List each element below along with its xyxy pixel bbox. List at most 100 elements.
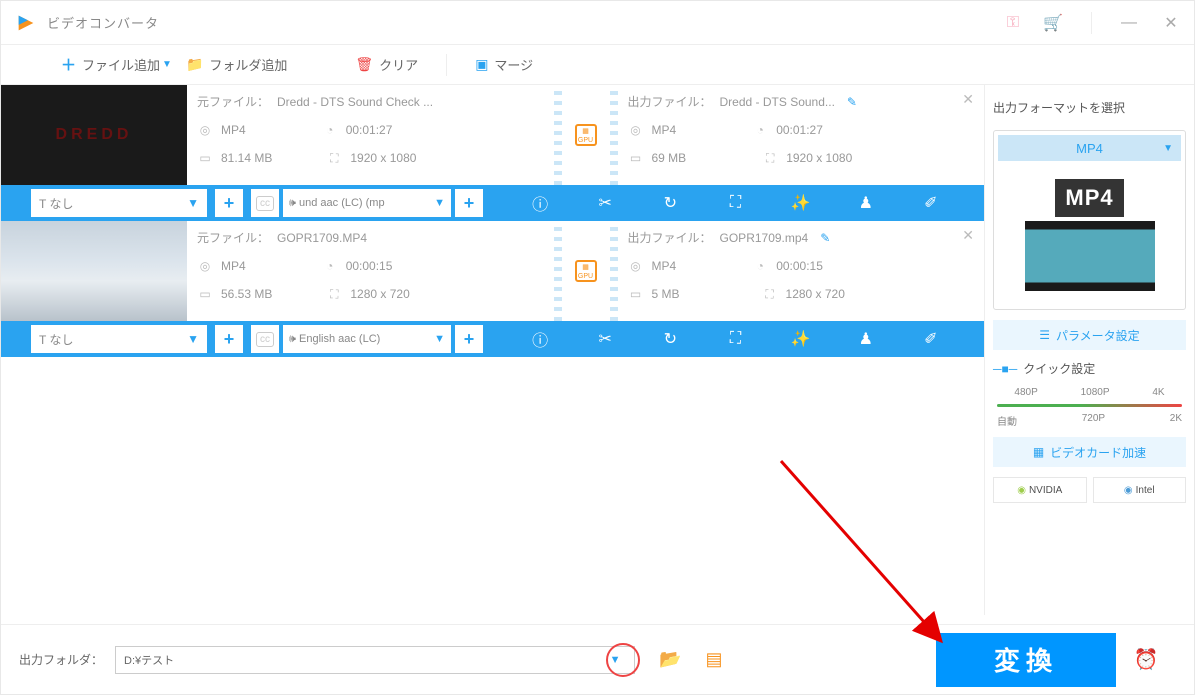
effect-icon[interactable]: ✨ — [789, 193, 813, 213]
merge-icon: ▣ — [475, 56, 488, 73]
file-list: DREDD 元ファイル：Dredd - DTS Sound Check ... … — [1, 85, 984, 615]
gpu-indicator: ▦ — [554, 85, 618, 185]
edit-name-button[interactable]: ✎ — [847, 95, 857, 109]
divider — [1091, 12, 1092, 34]
sliders-icon: ☰ — [1039, 328, 1050, 342]
add-audio-button[interactable]: + — [455, 189, 483, 217]
resolution-icon: ⛶ — [762, 286, 778, 302]
info-icon[interactable]: ⓘ — [528, 191, 552, 215]
watermark-icon[interactable]: ♟ — [854, 193, 878, 213]
output-path-input[interactable]: D:¥テスト ▼ — [115, 646, 635, 674]
edit-name-button[interactable]: ✎ — [820, 231, 830, 245]
gpu-indicator: ▦ — [554, 221, 618, 321]
file-item: DREDD 元ファイル：Dredd - DTS Sound Check ... … — [1, 85, 984, 221]
item-action-row: T なし▼ + cc 🕪 und aac (LC) (mp▼ + ⓘ ✂ ↻ ⛶… — [1, 185, 984, 221]
gpu-icon: ▦ — [575, 124, 597, 146]
cc-button[interactable]: cc — [251, 325, 279, 353]
clock-icon: ◔ — [752, 122, 768, 138]
nvidia-chip: ◉NVIDIA — [993, 477, 1087, 503]
thumbnail[interactable] — [1, 221, 187, 321]
subtitle-select[interactable]: T なし▼ — [31, 189, 207, 217]
folder-icon: ▭ — [197, 150, 213, 166]
rotate-icon[interactable]: ↻ — [658, 193, 682, 213]
app-title: ビデオコンバータ — [47, 13, 159, 32]
output-folder-label: 出力フォルダ： — [19, 651, 103, 668]
separator — [446, 54, 447, 76]
format-card[interactable]: MP4▼ MP4 — [993, 130, 1186, 310]
clock-icon: ◔ — [322, 122, 338, 138]
format-select[interactable]: MP4▼ — [998, 135, 1181, 161]
remove-item-button[interactable]: ✕ — [962, 91, 974, 108]
open-folder-button[interactable]: 📂 — [659, 649, 681, 670]
add-subtitle-button[interactable]: + — [215, 189, 243, 217]
path-dropdown-button[interactable]: ▼ — [604, 649, 626, 671]
resolution-icon: ⛶ — [326, 286, 342, 302]
film-strip-icon — [1025, 221, 1155, 291]
key-icon[interactable]: ⚿ — [1007, 14, 1019, 32]
resolution-icon: ⛶ — [326, 150, 342, 166]
effect-icon[interactable]: ✨ — [789, 329, 813, 349]
edit-icon[interactable]: ✐ — [919, 193, 943, 213]
chip-icon: ▦ — [1033, 445, 1044, 459]
file-item: 元ファイル：GOPR1709.MP4 ◎MP4 ◔00:00:15 ▭56.53… — [1, 221, 984, 357]
audio-select[interactable]: 🕪 English aac (LC)▼ — [283, 325, 451, 353]
annotation-circle — [606, 643, 640, 677]
chevron-down-icon: ▼ — [1163, 143, 1173, 154]
parameter-settings-button[interactable]: ☰パラメータ設定 — [993, 320, 1186, 350]
close-button[interactable]: ✕ — [1162, 13, 1180, 33]
trash-icon: 🗑 — [355, 56, 373, 73]
schedule-button[interactable]: ⏰ — [1116, 633, 1176, 687]
clock-icon: ◔ — [752, 258, 768, 274]
minimize-button[interactable]: — — [1120, 14, 1138, 32]
output-info: ✕ 出力ファイル：Dredd - DTS Sound...✎ ◎MP4 ◔00:… — [618, 85, 985, 185]
convert-button[interactable]: 変換 — [936, 633, 1116, 687]
folder-plus-icon: 📁 — [186, 56, 203, 73]
add-file-button[interactable]: ＋ ファイル追加 ▼ — [61, 54, 172, 75]
format-icon: ◎ — [197, 122, 213, 138]
queue-icon[interactable]: ▤ — [705, 649, 722, 670]
cut-icon[interactable]: ✂ — [593, 329, 617, 349]
intel-chip: ◉Intel — [1093, 477, 1187, 503]
merge-button[interactable]: ▣ マージ — [475, 55, 533, 74]
plus-icon: ＋ — [61, 54, 76, 75]
item-action-row: T なし▼ + cc 🕪 English aac (LC)▼ + ⓘ ✂ ↻ ⛶… — [1, 321, 984, 357]
app-logo — [15, 12, 37, 34]
folder-icon: ▭ — [197, 286, 213, 302]
watermark-icon[interactable]: ♟ — [854, 329, 878, 349]
sidebar: 出力フォーマットを選択 MP4▼ MP4 ☰パラメータ設定 ─■─クイック設定 … — [984, 85, 1194, 615]
crop-icon[interactable]: ⛶ — [724, 194, 748, 212]
quick-settings-header: ─■─クイック設定 — [993, 360, 1186, 377]
toolbar: ＋ ファイル追加 ▼ 📁 フォルダ追加 🗑 クリア ▣ マージ — [1, 45, 1194, 85]
rotate-icon[interactable]: ↻ — [658, 329, 682, 349]
gpu-icon: ▦ — [575, 260, 597, 282]
resolution-slider[interactable]: 480P1080P4K 自動720P2K — [993, 387, 1186, 427]
clock-icon: ◔ — [322, 258, 338, 274]
cart-icon[interactable]: 🛒 — [1043, 13, 1063, 33]
chevron-down-icon[interactable]: ▼ — [162, 59, 172, 70]
remove-item-button[interactable]: ✕ — [962, 227, 974, 244]
add-folder-button[interactable]: 📁 フォルダ追加 — [186, 55, 287, 74]
format-icon: ◎ — [628, 122, 644, 138]
source-info: 元ファイル：Dredd - DTS Sound Check ... ◎MP4 ◔… — [187, 85, 554, 185]
info-icon[interactable]: ⓘ — [528, 327, 552, 351]
format-icon: ◎ — [628, 258, 644, 274]
cut-icon[interactable]: ✂ — [593, 193, 617, 213]
folder-icon: ▭ — [628, 286, 644, 302]
crop-icon[interactable]: ⛶ — [724, 330, 748, 348]
cc-button[interactable]: cc — [251, 189, 279, 217]
format-icon: ◎ — [197, 258, 213, 274]
output-info: ✕ 出力ファイル：GOPR1709.mp4✎ ◎MP4 ◔00:00:15 ▭5… — [618, 221, 985, 321]
format-preview: MP4 — [998, 165, 1181, 305]
titlebar: ビデオコンバータ ⚿ 🛒 — ✕ — [1, 1, 1194, 45]
add-subtitle-button[interactable]: + — [215, 325, 243, 353]
output-format-header: 出力フォーマットを選択 — [993, 99, 1186, 116]
resolution-icon: ⛶ — [762, 150, 778, 166]
subtitle-select[interactable]: T なし▼ — [31, 325, 207, 353]
clear-button[interactable]: 🗑 クリア — [355, 55, 418, 74]
edit-icon[interactable]: ✐ — [919, 329, 943, 349]
folder-icon: ▭ — [628, 150, 644, 166]
audio-select[interactable]: 🕪 und aac (LC) (mp▼ — [283, 189, 451, 217]
add-audio-button[interactable]: + — [455, 325, 483, 353]
thumbnail[interactable]: DREDD — [1, 85, 187, 185]
hardware-accel-button[interactable]: ▦ビデオカード加速 — [993, 437, 1186, 467]
